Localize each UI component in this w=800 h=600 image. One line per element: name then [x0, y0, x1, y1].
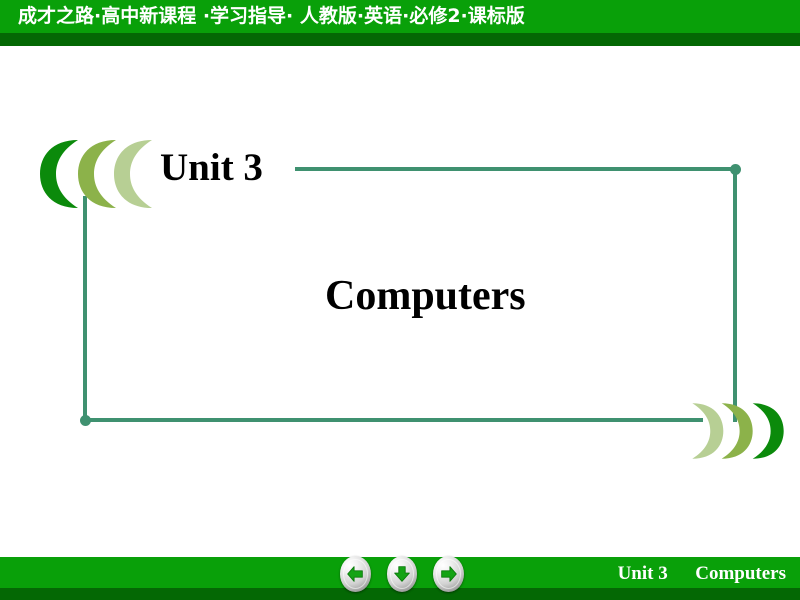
footer-title-label: Computers — [695, 563, 786, 584]
next-slide-button[interactable] — [433, 556, 465, 592]
previous-slide-button[interactable] — [340, 556, 371, 592]
left-chevron-icon — [40, 140, 152, 208]
frame-line-top — [295, 167, 737, 171]
right-chevron-ornament — [688, 400, 788, 462]
down-slide-button[interactable] — [386, 556, 418, 592]
header-title: 成才之路·高中新课程 ·学习指导· 人教版·英语·必修2·课标版 — [18, 5, 525, 27]
page-title: Computers — [325, 273, 526, 319]
presentation-slide: 成才之路·高中新课程 ·学习指导· 人教版·英语·必修2·课标版 Unit 3 … — [0, 0, 800, 600]
arrow-right-icon — [440, 566, 457, 582]
frame-corner-dot-top-right — [730, 164, 741, 175]
header-bar-shadow — [0, 33, 800, 46]
arrow-down-icon — [394, 566, 410, 582]
slide-navigation — [340, 556, 465, 598]
footer-label: Unit 3 Computers — [618, 558, 786, 589]
footer-unit-label: Unit 3 — [617, 563, 668, 584]
arrow-left-icon — [347, 566, 364, 582]
unit-label: Unit 3 — [160, 146, 263, 189]
left-chevron-ornament — [36, 136, 156, 212]
frame-line-right — [733, 169, 737, 422]
frame-corner-dot-bottom-left — [80, 415, 91, 426]
frame-line-bottom — [85, 418, 703, 422]
right-chevron-icon — [692, 403, 784, 459]
frame-line-left — [83, 196, 87, 420]
